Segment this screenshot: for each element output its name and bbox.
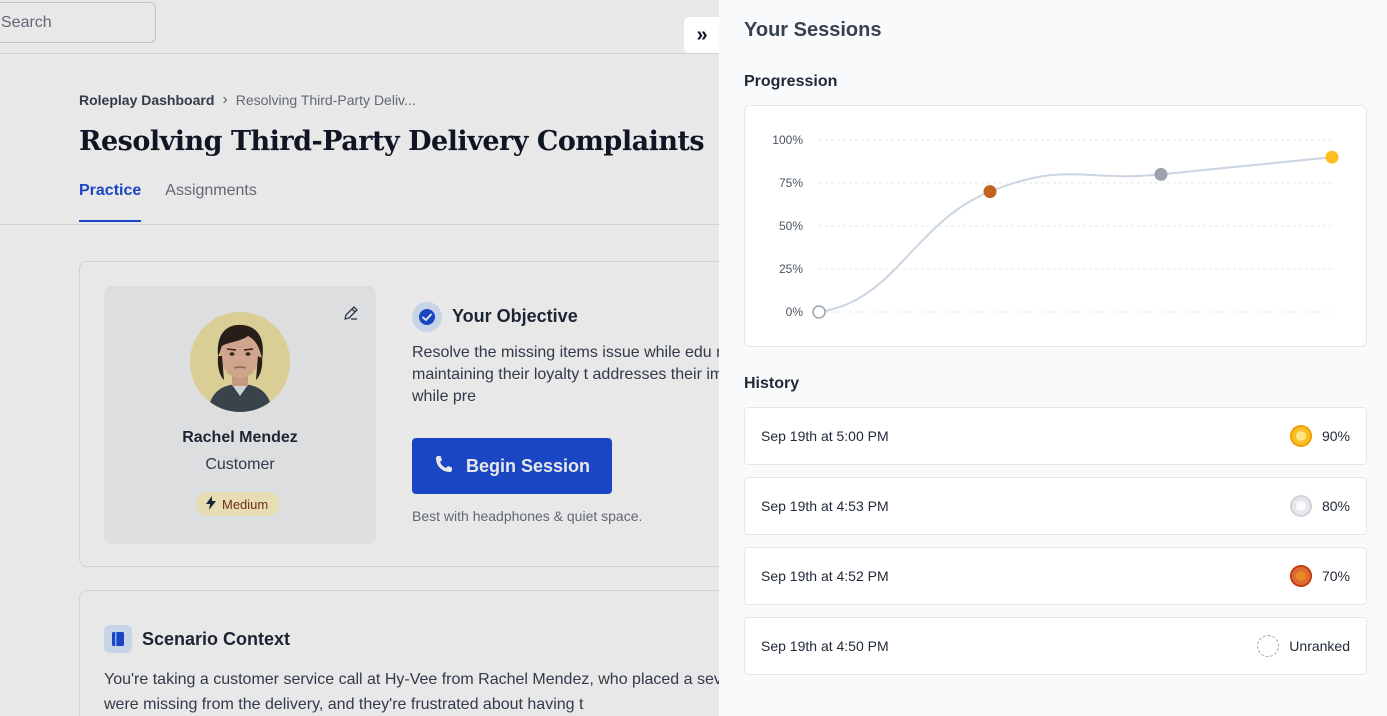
collapse-panel-button[interactable]: » [684, 17, 720, 53]
y-tick-label: 0% [786, 305, 804, 319]
data-point [812, 305, 826, 319]
history-date: Sep 19th at 4:53 PM [761, 498, 889, 514]
history-date: Sep 19th at 4:52 PM [761, 568, 889, 584]
sessions-panel: Your Sessions Progression 0% 25% 50% 75% 100… [719, 0, 1387, 716]
y-tick-label: 100% [772, 133, 803, 147]
history-row[interactable]: Sep 19th at 4:50 PM Unranked [744, 617, 1367, 675]
history-row[interactable]: Sep 19th at 4:52 PM 70% [744, 547, 1367, 605]
history-score: 70% [1321, 568, 1350, 584]
history-row[interactable]: Sep 19th at 5:00 PM 90% [744, 407, 1367, 465]
series-line [818, 156, 1333, 313]
history-date: Sep 19th at 5:00 PM [761, 428, 889, 444]
history-row[interactable]: Sep 19th at 4:53 PM 80% [744, 477, 1367, 535]
y-tick-label: 25% [779, 262, 803, 276]
history-score: 90% [1321, 428, 1350, 444]
history-score: Unranked [1289, 638, 1350, 654]
y-tick-label: 50% [779, 219, 803, 233]
gold-medal-icon [1289, 425, 1312, 447]
panel-title: Your Sessions [744, 19, 882, 41]
progression-chart: 0% 25% 50% 75% 100% [744, 105, 1367, 347]
y-tick-label: 75% [779, 176, 803, 190]
silver-medal-icon [1289, 495, 1312, 517]
history-label: History [744, 375, 800, 392]
bronze-medal-icon [1289, 565, 1312, 587]
data-point [1154, 167, 1168, 181]
data-point [983, 185, 997, 199]
unranked-medal-icon [1257, 635, 1280, 657]
history-date: Sep 19th at 4:50 PM [761, 638, 889, 654]
progression-chart-svg: 0% 25% 50% 75% 100% [772, 133, 1339, 319]
data-point [1325, 150, 1339, 164]
progression-label: Progression [744, 73, 838, 90]
history-score: 80% [1321, 498, 1350, 514]
double-chevron-right-icon: » [696, 23, 708, 46]
